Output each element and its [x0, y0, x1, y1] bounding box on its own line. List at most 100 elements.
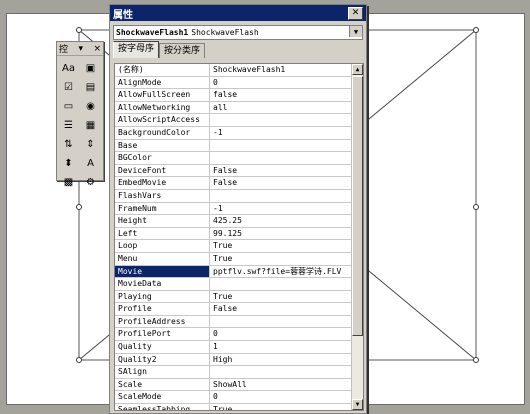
scroll-up-icon[interactable]: ▲: [352, 64, 363, 75]
property-value[interactable]: pptflv.swf?file=蓉蓉学诗.FLV: [210, 266, 351, 278]
property-name: AllowScriptAccess: [115, 114, 210, 126]
property-value[interactable]: 0: [210, 391, 351, 403]
spin-tool-icon[interactable]: ⬍: [60, 155, 77, 171]
property-row[interactable]: FlashVars: [115, 189, 351, 203]
property-row[interactable]: (名称) ShockwaveFlash1: [115, 64, 351, 77]
property-value[interactable]: True: [210, 240, 351, 252]
property-row[interactable]: Menu True: [115, 252, 351, 266]
property-value[interactable]: 425.25: [210, 215, 351, 227]
property-value[interactable]: 99.125: [210, 228, 351, 240]
property-name: Loop: [115, 240, 210, 252]
property-row[interactable]: BGColor: [115, 152, 351, 165]
scrollbar-tool-icon[interactable]: ⇕: [82, 136, 99, 152]
text-tool-icon[interactable]: A: [82, 155, 99, 171]
image-tool-icon[interactable]: ▣: [82, 60, 99, 76]
dropdown-arrow-icon[interactable]: ▾: [78, 44, 83, 54]
property-name: ScaleMode: [115, 391, 210, 404]
property-row[interactable]: Quality2 High: [115, 353, 351, 367]
property-value[interactable]: [210, 152, 351, 164]
property-name: DeviceFont: [115, 164, 210, 177]
property-row[interactable]: Height 425.25: [115, 215, 351, 228]
property-value[interactable]: ShockwaveFlash1: [210, 64, 351, 76]
property-row[interactable]: AllowNetworking all: [115, 101, 351, 115]
property-value[interactable]: 0: [210, 328, 351, 340]
property-value[interactable]: 1: [210, 341, 351, 353]
property-value[interactable]: -1: [210, 203, 351, 215]
property-value[interactable]: High: [210, 354, 351, 366]
property-value[interactable]: True: [210, 291, 351, 303]
property-name: AlignMode: [115, 76, 210, 89]
property-value[interactable]: ShowAll: [210, 379, 351, 391]
property-row[interactable]: Quality 1: [115, 341, 351, 354]
textbox-tool-icon[interactable]: ▤: [82, 79, 99, 95]
chevron-down-icon[interactable]: ▼: [349, 26, 362, 37]
property-row[interactable]: AlignMode 0: [115, 76, 351, 90]
label-tool-icon[interactable]: Aa: [60, 60, 77, 76]
scroll-down-icon[interactable]: ▼: [352, 399, 363, 410]
property-value[interactable]: False: [210, 303, 351, 315]
property-value[interactable]: -1: [210, 127, 351, 139]
property-value[interactable]: false: [210, 89, 351, 101]
command-button-tool-icon[interactable]: ▭: [60, 98, 77, 114]
property-value[interactable]: [210, 316, 351, 328]
property-value[interactable]: True: [210, 253, 351, 265]
toolbox-titlebar[interactable]: 控 ▾ ×: [57, 42, 103, 56]
combobox-tool-icon[interactable]: ▦: [82, 117, 99, 133]
properties-titlebar[interactable]: 属性 ✕: [110, 5, 366, 21]
property-value[interactable]: False: [210, 165, 351, 177]
scrollbar-thumb[interactable]: [352, 76, 363, 336]
tab-categorized[interactable]: 按分类序: [159, 43, 206, 58]
property-row[interactable]: ProfileAddress: [115, 315, 351, 329]
property-name: AllowNetworking: [115, 101, 210, 114]
property-value[interactable]: False: [210, 177, 351, 189]
property-row[interactable]: Movie pptflv.swf?file=蓉蓉学诗.FLV: [115, 265, 351, 279]
property-name: EmbedMovie: [115, 177, 210, 189]
property-row[interactable]: AllowScriptAccess: [115, 114, 351, 127]
close-icon[interactable]: ×: [93, 44, 101, 54]
property-value[interactable]: [210, 114, 351, 126]
property-row[interactable]: ProfilePort 0: [115, 328, 351, 342]
property-row[interactable]: SeamlessTabbing True: [115, 404, 351, 410]
property-name: SAlign: [115, 366, 210, 378]
property-row[interactable]: Playing True: [115, 290, 351, 304]
more-controls-tool-icon[interactable]: ⚙: [82, 174, 99, 190]
property-row[interactable]: Left 99.125: [115, 227, 351, 241]
property-name: ProfilePort: [115, 328, 210, 341]
property-value[interactable]: 0: [210, 77, 351, 89]
picture-tool-icon[interactable]: ▩: [60, 174, 77, 190]
close-button[interactable]: ✕: [348, 6, 363, 20]
property-value[interactable]: [210, 366, 351, 378]
property-row[interactable]: Scale ShowAll: [115, 378, 351, 392]
property-value[interactable]: [210, 278, 351, 290]
property-name: (名称): [115, 64, 210, 76]
property-row[interactable]: Base: [115, 139, 351, 153]
property-value[interactable]: [210, 190, 351, 202]
property-value[interactable]: True: [210, 404, 351, 410]
property-value[interactable]: all: [210, 102, 351, 114]
property-name: FrameNum: [115, 202, 210, 215]
listbox-tool-icon[interactable]: ☰: [60, 117, 77, 133]
property-row[interactable]: BackgroundColor -1: [115, 126, 351, 140]
property-row[interactable]: FrameNum -1: [115, 202, 351, 216]
property-name: Playing: [115, 290, 210, 303]
tab-alphabetic[interactable]: 按字母序: [113, 41, 160, 58]
property-row[interactable]: Profile False: [115, 303, 351, 316]
control-toolbox: 控 ▾ × Aa ▣ ☑ ▤ ▭ ◉ ☰ ▦ ⇅ ⇕ ⬍ A ▩ ⚙: [56, 41, 104, 188]
property-row[interactable]: Loop True: [115, 240, 351, 253]
option-button-tool-icon[interactable]: ◉: [82, 98, 99, 114]
object-selector[interactable]: ShockwaveFlash1 ShockwaveFlash ▼: [113, 25, 363, 40]
toolbox-title: 控: [59, 45, 69, 55]
checkbox-tool-icon[interactable]: ☑: [60, 79, 77, 95]
property-value[interactable]: [210, 140, 351, 152]
property-name: Base: [115, 139, 210, 152]
property-row[interactable]: AllowFullScreen false: [115, 89, 351, 102]
toggle-tool-icon[interactable]: ⇅: [60, 136, 77, 152]
property-name: Left: [115, 227, 210, 240]
property-row[interactable]: MovieData: [115, 278, 351, 291]
property-name: Movie: [115, 265, 210, 278]
property-row[interactable]: SAlign: [115, 366, 351, 379]
property-row[interactable]: ScaleMode 0: [115, 391, 351, 405]
property-row[interactable]: EmbedMovie False: [115, 177, 351, 190]
property-row[interactable]: DeviceFont False: [115, 164, 351, 178]
vertical-scrollbar[interactable]: ▲ ▼: [351, 64, 363, 410]
